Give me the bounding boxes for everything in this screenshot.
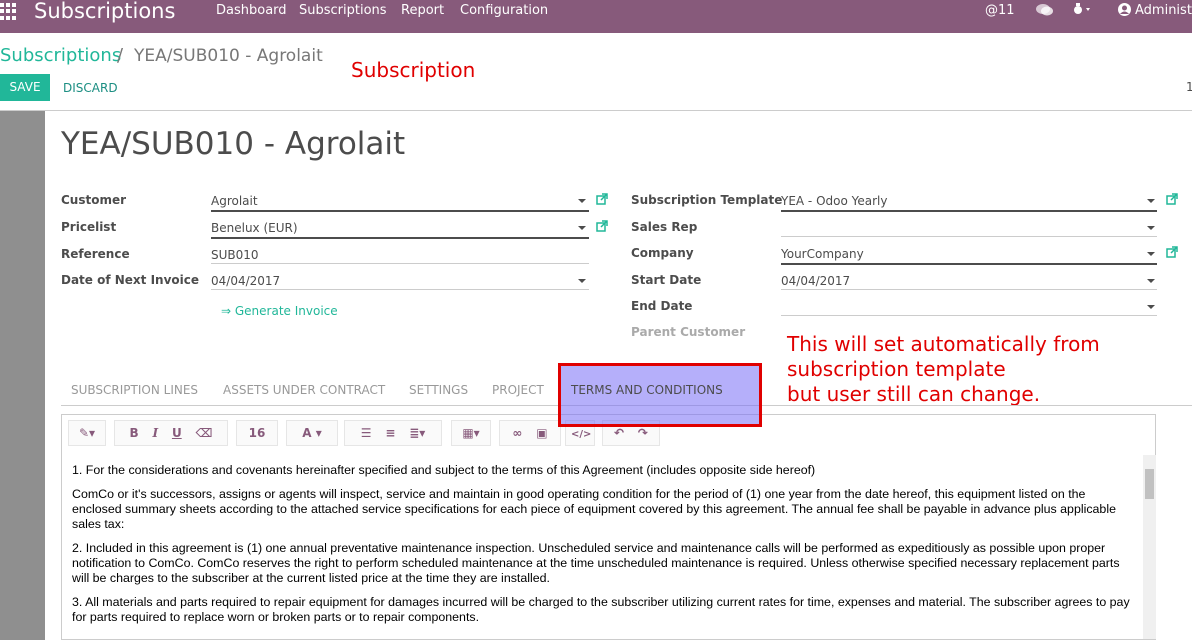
- next-invoice-date-label: Date of Next Invoice: [61, 273, 200, 287]
- discard-button[interactable]: DISCARD: [63, 80, 118, 96]
- tab-project[interactable]: PROJECT: [492, 382, 544, 398]
- breadcrumb-current: YEA/SUB010 - Agrolait: [134, 46, 323, 66]
- table-dropdown[interactable]: ▦▾: [451, 420, 491, 446]
- company-dropdown-icon[interactable]: [1147, 252, 1155, 256]
- end-date-label: End Date: [631, 299, 693, 313]
- unordered-list-icon[interactable]: ☰: [361, 421, 372, 445]
- pricelist-external-link-icon[interactable]: [596, 220, 608, 236]
- menu-dashboard[interactable]: Dashboard: [216, 3, 287, 19]
- sales-rep-label: Sales Rep: [631, 220, 698, 234]
- start-date-underline: [781, 289, 1157, 290]
- pricelist-label: Pricelist: [61, 220, 117, 234]
- start-date-field[interactable]: 04/04/2017: [781, 273, 850, 289]
- subscription-template-external-link-icon[interactable]: [1166, 193, 1178, 209]
- end-date-dropdown-icon[interactable]: [1147, 305, 1155, 309]
- breadcrumb-separator: /: [117, 45, 124, 66]
- terms-paragraph: ComCo or it's successors, assigns or age…: [72, 487, 1116, 531]
- table-icon: ▦▾: [462, 426, 480, 440]
- font-style-group: B I U ⌫: [114, 420, 228, 446]
- font-color-dropdown[interactable]: A ▾: [286, 420, 338, 446]
- debug-icon[interactable]: [1072, 3, 1094, 22]
- parent-customer-label: Parent Customer: [631, 325, 746, 339]
- subscription-template-label: Subscription Template: [631, 193, 783, 207]
- apps-menu-icon[interactable]: [0, 3, 17, 20]
- customer-external-link-icon[interactable]: [596, 193, 608, 209]
- user-avatar[interactable]: [1118, 3, 1131, 21]
- subscription-template-underline: [781, 210, 1157, 212]
- sales-rep-dropdown-icon[interactable]: [1147, 226, 1155, 230]
- terms-paragraph: 1. For the considerations and covenants …: [72, 463, 816, 477]
- annotation-subscription: Subscription: [351, 58, 476, 82]
- tab-settings[interactable]: SETTINGS: [409, 382, 468, 398]
- pricelist-dropdown-icon[interactable]: [578, 226, 586, 230]
- eraser-icon[interactable]: ⌫: [196, 421, 213, 445]
- bold-icon[interactable]: B: [130, 421, 139, 445]
- tab-terms-and-conditions[interactable]: TERMS AND CONDITIONS: [571, 382, 723, 398]
- user-name[interactable]: Administ: [1135, 3, 1192, 19]
- insert-group: ∞ ▣: [499, 420, 561, 446]
- editor-scrollbar[interactable]: [1143, 455, 1156, 639]
- menu-report[interactable]: Report: [401, 3, 444, 19]
- annotation-line-3: but user still can change.: [787, 382, 1041, 406]
- next-invoice-date-field[interactable]: 04/04/2017: [211, 273, 280, 289]
- sales-rep-underline: [781, 236, 1157, 237]
- annotation-template-note: This will set automatically from subscri…: [787, 332, 1100, 407]
- form-background-gutter: [0, 111, 45, 640]
- pricelist-field-underline: [211, 237, 589, 239]
- underline-icon[interactable]: U: [172, 421, 182, 445]
- company-external-link-icon[interactable]: [1166, 246, 1178, 262]
- image-icon[interactable]: ▣: [536, 421, 547, 445]
- customer-field[interactable]: Agrolait: [211, 193, 258, 209]
- font-size-dropdown[interactable]: 16: [236, 420, 278, 446]
- terms-editor[interactable]: ✎▾ B I U ⌫ 16 A ▾ ☰ ≡ ≣▾ ▦▾ ∞ ▣ </> ↶ ↷ …: [61, 414, 1156, 640]
- end-date-underline: [781, 315, 1157, 316]
- terms-content[interactable]: 1. For the considerations and covenants …: [62, 455, 1144, 639]
- style-dropdown-button[interactable]: ✎▾: [68, 420, 106, 446]
- subscription-template-dropdown-icon[interactable]: [1147, 199, 1155, 203]
- next-invoice-date-underline: [211, 289, 589, 290]
- subscription-template-field[interactable]: YEA - Odoo Yearly: [781, 193, 887, 209]
- generate-invoice-button[interactable]: ⇒ Generate Invoice: [221, 303, 338, 319]
- ordered-list-icon[interactable]: ≡: [385, 421, 395, 445]
- company-field[interactable]: YourCompany: [781, 246, 864, 262]
- menu-configuration[interactable]: Configuration: [460, 3, 548, 19]
- font-size-value: 16: [248, 426, 266, 440]
- reference-label: Reference: [61, 247, 130, 261]
- customer-label: Customer: [61, 193, 127, 207]
- breadcrumb-parent[interactable]: Subscriptions: [0, 45, 121, 67]
- pager-edge: 1: [1186, 80, 1192, 94]
- magic-wand-icon: ✎▾: [78, 426, 96, 440]
- start-date-dropdown-icon[interactable]: [1147, 279, 1155, 283]
- font-color-icon: A ▾: [302, 426, 322, 440]
- top-navbar: Subscriptions Dashboard Subscriptions Re…: [0, 0, 1192, 33]
- company-field-underline: [781, 263, 1157, 265]
- pricelist-field[interactable]: Benelux (EUR): [211, 220, 298, 236]
- tab-subscription-lines[interactable]: SUBSCRIPTION LINES: [71, 382, 198, 398]
- link-icon[interactable]: ∞: [512, 421, 522, 445]
- start-date-label: Start Date: [631, 273, 702, 287]
- align-icon[interactable]: ≣▾: [409, 421, 425, 445]
- reference-field[interactable]: SUB010: [211, 247, 259, 263]
- tab-assets-under-contract[interactable]: ASSETS UNDER CONTRACT: [223, 382, 385, 398]
- control-panel-divider: [0, 110, 1192, 111]
- customer-dropdown-icon[interactable]: [578, 199, 586, 203]
- next-invoice-date-dropdown-icon[interactable]: [578, 279, 586, 283]
- reference-field-underline: [211, 263, 589, 264]
- mentions-counter[interactable]: @11: [985, 3, 1015, 19]
- scrollbar-thumb[interactable]: [1145, 469, 1154, 499]
- annotation-line-2: subscription template: [787, 357, 1006, 381]
- customer-field-underline: [211, 210, 589, 212]
- paragraph-group: ☰ ≡ ≣▾: [344, 420, 442, 446]
- app-title: Subscriptions: [34, 0, 176, 23]
- annotation-line-1: This will set automatically from: [787, 332, 1100, 356]
- terms-paragraph: 2. Included in this agreement is (1) one…: [72, 541, 1120, 585]
- save-button[interactable]: SAVE: [0, 74, 50, 101]
- company-label: Company: [631, 246, 694, 260]
- chat-icon[interactable]: [1036, 3, 1053, 22]
- record-title: YEA/SUB010 - Agrolait: [61, 126, 406, 162]
- menu-subscriptions[interactable]: Subscriptions: [299, 3, 387, 19]
- italic-icon[interactable]: I: [152, 421, 158, 445]
- terms-paragraph: 3. All materials and parts required to r…: [72, 595, 1130, 624]
